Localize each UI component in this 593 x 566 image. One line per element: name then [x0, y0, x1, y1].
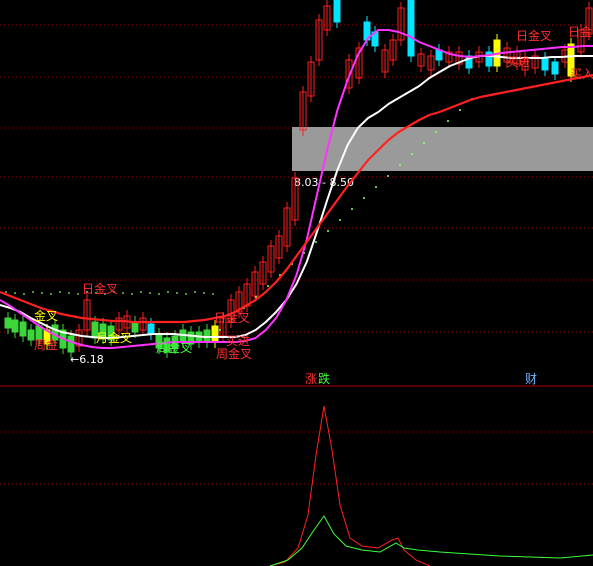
annotation-label: 周金叉 [216, 346, 252, 361]
trend-dot [194, 291, 196, 293]
annotation-label: 日金叉 [214, 310, 250, 325]
trend-dot [14, 292, 16, 294]
trend-dot [315, 241, 317, 243]
price-band-fill [292, 127, 593, 171]
trend-dot [351, 208, 353, 210]
lower-header-label: 跌 [318, 371, 330, 386]
trend-dot [399, 164, 401, 166]
trend-dot [32, 291, 34, 293]
trend-dot [140, 291, 142, 293]
trend-dot [212, 293, 214, 295]
trend-dot [5, 291, 7, 293]
trend-dot [59, 291, 61, 293]
annotation-label: 买进 [506, 55, 530, 69]
trend-dot [363, 197, 365, 199]
trend-dot [131, 293, 133, 295]
annotation-label: 金叉 [34, 308, 58, 323]
annotation-label: 月金叉 [96, 330, 132, 345]
trend-dot [219, 329, 221, 331]
trend-dot [267, 285, 269, 287]
annotation-label: 周金 [34, 337, 58, 352]
candle-body [131, 321, 139, 333]
candle-body [19, 321, 27, 337]
trend-dot [203, 292, 205, 294]
trend-dot [167, 291, 169, 293]
price-band-label: 8.03 - 8.50 [294, 176, 354, 189]
candle-body [333, 0, 341, 23]
trend-dot [176, 292, 178, 294]
lower-header-label: 涨 [305, 371, 317, 386]
candle-body [407, 0, 415, 57]
trend-dot [339, 219, 341, 221]
candle-body [4, 317, 12, 329]
annotation-label: 日金叉 [516, 28, 552, 43]
candle-body [147, 323, 155, 335]
low-price-label: ←6.18 [70, 353, 104, 366]
candle-body [211, 325, 219, 343]
trend-dot [423, 142, 425, 144]
candle-body [551, 61, 559, 75]
trend-dot [149, 292, 151, 294]
candle-body [541, 57, 549, 71]
trend-dot [68, 292, 70, 294]
candle-body [67, 335, 75, 353]
trend-dot [23, 293, 25, 295]
trend-dot [435, 131, 437, 133]
trend-dot [411, 153, 413, 155]
trend-dot [327, 230, 329, 232]
trend-dot [255, 296, 257, 298]
annotation-label: 日金 [568, 24, 592, 39]
annotation-label: 日金叉 [82, 281, 118, 296]
trend-dot [77, 293, 79, 295]
trend-dot [459, 109, 461, 111]
trend-dot [185, 293, 187, 295]
annotation-label: 买入 [570, 67, 593, 81]
trend-dot [375, 186, 377, 188]
trend-dot [447, 120, 449, 122]
trend-dot [122, 292, 124, 294]
trend-dot [50, 293, 52, 295]
trend-dot [158, 293, 160, 295]
lower-header-label: 财 [525, 372, 537, 386]
candle-body [11, 319, 19, 333]
trend-dot [387, 175, 389, 177]
stock-chart: 8.03 - 8.50 涨跌财 日金叉金叉周金 月金叉周金叉日金叉买进周金叉日金叉… [0, 0, 593, 566]
annotation-label: 买进 [226, 334, 250, 348]
annotation-label: 周金叉 [156, 340, 192, 355]
trend-dot [41, 292, 43, 294]
